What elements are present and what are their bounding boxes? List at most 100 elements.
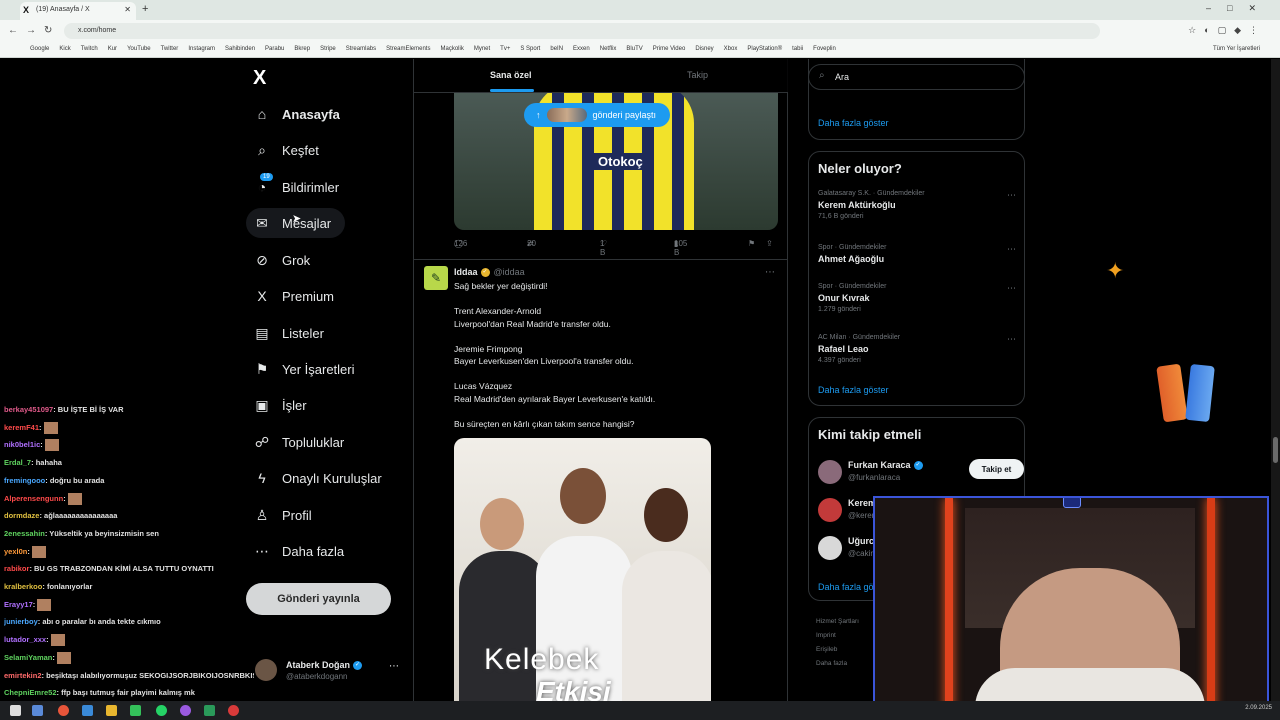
more-dots-icon[interactable]: ⋯ [1007,190,1016,201]
sidebar-item-x-premium[interactable]: X Premium [246,281,334,311]
sidebar-item-profile[interactable]: ♙ Profil [246,500,312,530]
bookmark-item[interactable]: Netflix [600,46,617,52]
chat-username[interactable]: dormdaze [4,511,39,520]
bookmark-item[interactable]: Instagram [188,46,215,52]
tweet-image-players[interactable]: Kelebek Etkisi [454,438,711,701]
scrollbar-thumb[interactable] [1273,437,1278,463]
trend-item[interactable]: Galatasaray S.K. · Gündemdekiler Kerem Ak… [818,190,1018,220]
chat-username[interactable]: Erdal_7 [4,458,31,467]
chat-username[interactable]: rabikor [4,564,29,573]
bookmark-item[interactable]: Exxen [573,46,590,52]
bookmark-item[interactable]: Streamlabs [346,46,376,52]
chat-username[interactable]: Alperensengunn [4,494,63,503]
chat-username[interactable]: lutador_xxx [4,635,46,644]
new-posts-pill[interactable]: ↑ gönderi paylaştı [524,103,671,127]
chrome-icon[interactable] [58,705,69,716]
footer-link[interactable]: Hizmet Şartları [816,615,876,629]
whatsapp-icon[interactable] [156,705,167,716]
chat-username[interactable]: yexl0n [4,547,27,556]
chat-username[interactable]: Erayy17 [4,600,33,609]
follow-suggestion[interactable]: Furkan Karaca ✓ @furkanlaraca Takip et [818,458,1024,488]
chat-username[interactable]: fremingooo [4,476,45,485]
bookmark-item[interactable]: Tv+ [500,46,510,52]
bookmark-item[interactable]: Prime Video [653,46,686,52]
system-tray-date[interactable]: 2.09.2025 [1245,705,1272,711]
sidebar-item-bell[interactable]: ◔ 19 Bildirimler [246,172,339,202]
bookmark-item[interactable]: Foveplin [813,46,836,52]
tab-following[interactable]: Takip [687,70,708,80]
bookmark-item[interactable]: Sahibinden [225,46,255,52]
sidebar-item-home[interactable]: ⌂ Anasayfa [246,99,340,129]
folder-icon[interactable] [106,705,117,716]
show-more-link[interactable]: Daha fazla göster [818,118,889,128]
url-input[interactable]: x.com/home [64,23,1100,39]
sidebar-item-more-circle[interactable]: ⋯ Daha fazla [246,536,344,566]
window-controls[interactable]: –□✕ [1206,3,1272,14]
page-scrollbar[interactable] [1271,59,1280,701]
bookmark-item[interactable]: Parabu [265,46,284,52]
follow-button[interactable]: Takip et [969,459,1024,479]
bookmark-item[interactable]: Twitch [81,46,98,52]
chat-username[interactable]: ChepniEmre52 [4,688,57,697]
bookmark-item[interactable]: Kur [108,46,117,52]
chat-username[interactable]: emirtekin2 [4,671,42,680]
bookmark-item[interactable]: StreamElements [386,46,430,52]
reload-icon[interactable]: ↻ [44,25,52,36]
sidebar-item-bookmark[interactable]: ⚑ Yer İşaretleri [246,354,355,384]
trends-show-more-link[interactable]: Daha fazla göster [818,385,889,395]
chat-username[interactable]: keremF41 [4,423,39,432]
x-logo-icon[interactable]: X [253,67,266,90]
bookmark-item[interactable]: Stripe [320,46,336,52]
bookmark-item[interactable]: beIN [550,46,563,52]
bookmark-item[interactable]: Google [30,46,49,52]
share-icon[interactable]: ⇪ [766,239,773,248]
edge-icon[interactable] [82,705,93,716]
chat-username[interactable]: 2enessahin [4,529,45,538]
more-dots-icon[interactable]: ⋯ [1007,244,1016,255]
trend-item[interactable]: Spor · Gündemdekiler Onur Kıvrak 1.279 gön… [818,283,1018,313]
search-icon[interactable] [10,705,21,716]
tweet-author-name[interactable]: Iddaa [454,267,478,277]
app-icon[interactable] [204,705,215,716]
tweet-more-icon[interactable]: ⋯ [765,267,775,278]
chat-username[interactable]: SelamiYaman [4,653,52,662]
forward-icon[interactable]: → [26,25,36,36]
sidebar-item-list[interactable]: ▤ Listeler [246,318,324,348]
close-tab-icon[interactable]: ✕ [124,5,131,14]
sidebar-item-lightning[interactable]: ϟ Onaylı Kuruluşlar [246,463,381,493]
bookmark-item[interactable]: Mynet [474,46,490,52]
new-tab-button[interactable]: + [142,3,148,15]
bookmark-item[interactable]: Bkrep [294,46,310,52]
tweet-author-handle[interactable]: @iddaa [494,267,525,277]
tab-for-you[interactable]: Sana özel [490,70,532,80]
bookmark-item[interactable]: Disney [695,46,713,52]
footer-link[interactable]: Erişileb [816,643,876,657]
chat-username[interactable]: kralberkoo [4,582,42,591]
obs-icon[interactable] [228,705,239,716]
bookmark-item[interactable]: YouTube [127,46,151,52]
bookmark-item[interactable]: Twitter [161,46,179,52]
bookmark-item[interactable]: Kick [59,46,70,52]
account-switcher[interactable]: Ataberk Doğan ✓ @ataberkdogann ⋯ [255,657,405,687]
bookmark-item[interactable]: PlayStation® [747,46,782,52]
footer-link[interactable]: Daha fazla [816,657,876,671]
trend-item[interactable]: Spor · Gündemdekiler Ahmet Ağaoğlu ⋯ [818,244,1018,264]
follow-show-more-link[interactable]: Daha fazla gö [818,582,874,592]
app-icon[interactable] [180,705,191,716]
chat-username[interactable]: berkay451097 [4,405,53,414]
bookmark-item[interactable]: tabii [792,46,803,52]
iddaa-avatar[interactable]: ✎ [424,266,448,290]
bookmark-item[interactable]: Xbox [724,46,738,52]
sidebar-item-grok[interactable]: ⊘ Grok [246,245,310,275]
toolbar-icons[interactable]: ☆◐▢◆⋮ [1188,25,1266,36]
more-dots-icon[interactable]: ⋯ [1007,283,1016,294]
sidebar-item-search[interactable]: ⌕ Keşfet [246,135,319,165]
bookmark-item[interactable]: Maçkolik [440,46,463,52]
start-icon[interactable] [32,705,43,716]
more-dots-icon[interactable]: ⋯ [1007,334,1016,345]
more-dots-icon[interactable]: ⋯ [389,661,399,672]
all-bookmarks-link[interactable]: Tüm Yer İşaretleri [1213,46,1260,52]
bookmark-tweet-icon[interactable]: ⚑ [748,239,755,248]
post-button[interactable]: Gönderi yayınla [246,583,391,615]
bookmark-item[interactable]: BluTV [626,46,642,52]
